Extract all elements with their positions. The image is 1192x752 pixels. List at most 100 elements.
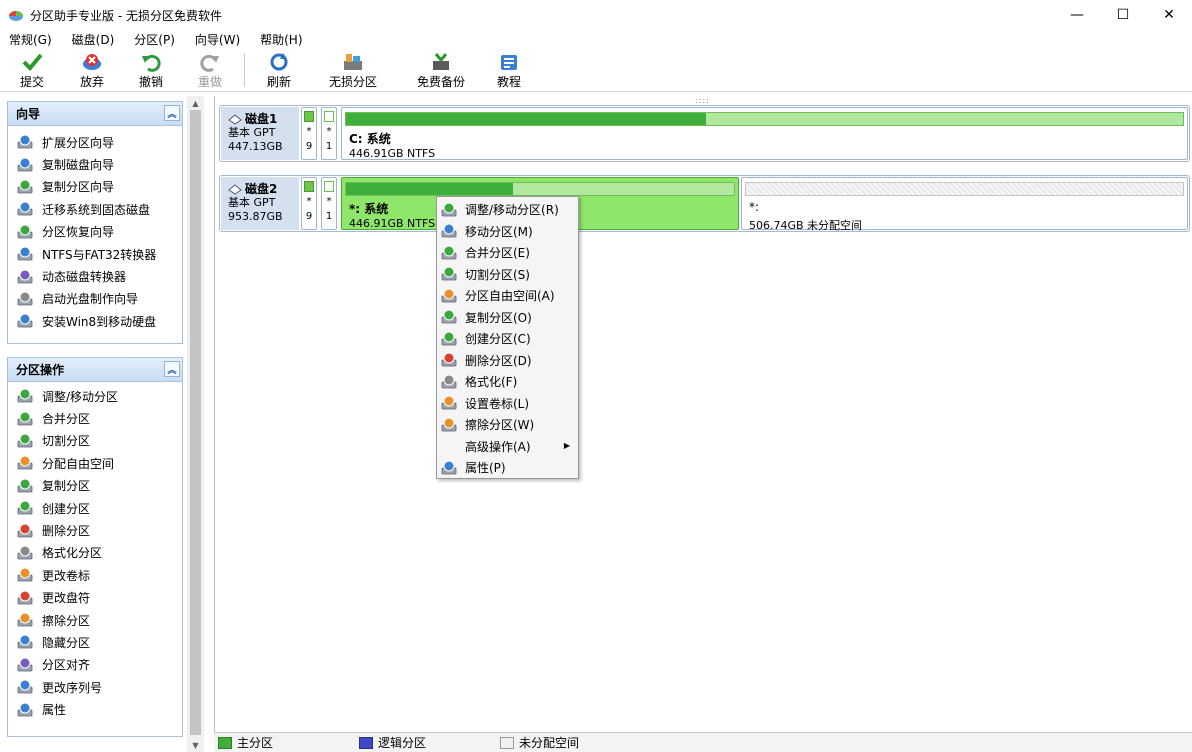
menu-partition[interactable]: 分区(P) xyxy=(129,31,180,48)
partition-c[interactable]: C: 系统 446.91GB NTFS xyxy=(341,107,1188,160)
small-partition[interactable]: * 9 xyxy=(301,177,317,230)
context-menu-item[interactable]: 复制分区(O) xyxy=(437,307,578,329)
free-backup-button[interactable]: 免费备份 xyxy=(399,50,483,92)
ops-item[interactable]: 分配自由空间 xyxy=(8,452,182,474)
menu-wizard[interactable]: 向导(W) xyxy=(190,31,245,48)
splitter-handle[interactable]: :::: xyxy=(695,96,710,105)
legend-primary-label: 主分区 xyxy=(237,734,273,751)
disk-info[interactable]: 磁盘1 基本 GPT 447.13GB xyxy=(221,107,299,160)
ops-item[interactable]: 更改序列号 xyxy=(8,676,182,698)
collapse-icon[interactable]: ︽ xyxy=(164,361,180,377)
align-icon xyxy=(17,657,33,673)
context-menu-item[interactable]: 切割分区(S) xyxy=(437,264,578,286)
ops-item-label: 合并分区 xyxy=(42,410,90,427)
migrate-os-icon xyxy=(17,201,33,217)
legend-logical-label: 逻辑分区 xyxy=(378,734,426,751)
unallocated-space[interactable]: *: 506.74GB 未分配空间 xyxy=(741,177,1188,230)
left-pane: 向导 ︽ 扩展分区向导复制磁盘向导复制分区向导迁移系统到固态磁盘分区恢复向导NT… xyxy=(0,96,212,752)
ops-item[interactable]: 调整/移动分区 xyxy=(8,385,182,407)
discard-button[interactable]: 放弃 xyxy=(64,50,120,92)
undo-button[interactable]: 撤销 xyxy=(120,50,182,92)
ops-item[interactable]: 创建分区 xyxy=(8,497,182,519)
wizard-item[interactable]: 扩展分区向导 xyxy=(8,131,182,153)
maximize-button[interactable]: ☐ xyxy=(1100,0,1146,30)
small-partition[interactable]: * 1 xyxy=(321,177,337,230)
recovery-icon xyxy=(17,224,33,240)
left-scrollbar[interactable]: ▲ ▼ xyxy=(187,96,204,752)
context-menu-item[interactable]: 设置卷标(L) xyxy=(437,393,578,415)
context-menu-item[interactable]: 删除分区(D) xyxy=(437,350,578,372)
context-menu-item[interactable]: 分区自由空间(A) xyxy=(437,285,578,307)
drive-letter-icon xyxy=(17,590,33,606)
context-menu-label: 创建分区(C) xyxy=(465,330,531,347)
context-menu-label: 删除分区(D) xyxy=(465,352,532,369)
ops-item[interactable]: 复制分区 xyxy=(8,475,182,497)
format-icon xyxy=(441,374,457,390)
merge-icon xyxy=(17,411,33,427)
undo-label: 撤销 xyxy=(139,73,163,90)
disk-row-2[interactable]: 磁盘2 基本 GPT 953.87GB * 9 * 1 *: 系统 446.91… xyxy=(219,175,1190,232)
allocate-icon xyxy=(17,455,33,471)
context-menu-item[interactable]: 移动分区(M) xyxy=(437,221,578,243)
context-menu-item[interactable]: 属性(P) xyxy=(437,457,578,479)
scrollbar-thumb[interactable] xyxy=(190,110,201,735)
maximize-icon: ☐ xyxy=(1117,7,1130,23)
context-menu-item[interactable]: 合并分区(E) xyxy=(437,242,578,264)
partition-letter: * xyxy=(302,126,316,137)
redo-button[interactable]: 重做 xyxy=(182,50,238,92)
small-partition[interactable]: * 1 xyxy=(321,107,337,160)
menu-bar: 常规(G) 磁盘(D) 分区(P) 向导(W) 帮助(H) xyxy=(0,30,1192,48)
context-menu-item[interactable]: 擦除分区(W) xyxy=(437,414,578,436)
ops-item[interactable]: 格式化分区 xyxy=(8,542,182,564)
wizard-item[interactable]: 动态磁盘转换器 xyxy=(8,265,182,287)
disk-name: 磁盘2 xyxy=(245,182,277,196)
disk-row-1[interactable]: 磁盘1 基本 GPT 447.13GB * 9 * 1 C: 系统 446.91… xyxy=(219,105,1190,162)
ops-item[interactable]: 合并分区 xyxy=(8,407,182,429)
ops-item[interactable]: 隐藏分区 xyxy=(8,631,182,653)
context-menu-item[interactable]: 高级操作(A)▶ xyxy=(437,436,578,458)
ops-item-label: 擦除分区 xyxy=(42,612,90,629)
wizard-panel-title: 向导 xyxy=(16,105,40,122)
close-button[interactable]: ✕ xyxy=(1146,0,1192,30)
lossless-partition-button[interactable]: 无损分区 xyxy=(307,50,399,92)
wizard-item[interactable]: 分区恢复向导 xyxy=(8,221,182,243)
ops-item[interactable]: 更改盘符 xyxy=(8,587,182,609)
commit-button[interactable]: 提交 xyxy=(0,50,64,92)
wizard-item[interactable]: 启动光盘制作向导 xyxy=(8,288,182,310)
context-menu-item[interactable]: 格式化(F) xyxy=(437,371,578,393)
menu-disk[interactable]: 磁盘(D) xyxy=(67,31,120,48)
ops-item[interactable]: 属性 xyxy=(8,698,182,720)
ops-item[interactable]: 更改卷标 xyxy=(8,564,182,586)
ops-list: 调整/移动分区合并分区切割分区分配自由空间复制分区创建分区删除分区格式化分区更改… xyxy=(8,382,182,721)
ops-item[interactable]: 删除分区 xyxy=(8,519,182,541)
wizard-item[interactable]: 复制磁盘向导 xyxy=(8,153,182,175)
ops-item[interactable]: 擦除分区 xyxy=(8,609,182,631)
minimize-button[interactable]: — xyxy=(1054,0,1100,30)
split-icon xyxy=(441,266,457,282)
ops-item[interactable]: 切割分区 xyxy=(8,430,182,452)
free-backup-label: 免费备份 xyxy=(417,73,465,90)
disk-info[interactable]: 磁盘2 基本 GPT 953.87GB xyxy=(221,177,299,230)
menu-general[interactable]: 常规(G) xyxy=(4,31,57,48)
label-icon xyxy=(441,395,457,411)
usage-fill xyxy=(346,113,706,125)
wizard-item[interactable]: 复制分区向导 xyxy=(8,176,182,198)
context-menu-item[interactable]: 调整/移动分区(R) xyxy=(437,199,578,221)
small-partition[interactable]: * 9 xyxy=(301,107,317,160)
context-menu-item[interactable]: 创建分区(C) xyxy=(437,328,578,350)
collapse-icon[interactable]: ︽ xyxy=(164,105,180,121)
copy-icon xyxy=(441,309,457,325)
unallocated-swatch xyxy=(500,737,514,749)
menu-help[interactable]: 帮助(H) xyxy=(255,31,307,48)
scroll-down-icon[interactable]: ▼ xyxy=(187,738,204,752)
refresh-button[interactable]: 刷新 xyxy=(251,50,307,92)
wizard-item[interactable]: 迁移系统到固态磁盘 xyxy=(8,198,182,220)
scroll-up-icon[interactable]: ▲ xyxy=(187,96,204,110)
disk-icon xyxy=(228,184,242,195)
wizard-item[interactable]: NTFS与FAT32转换器 xyxy=(8,243,182,265)
wizard-item[interactable]: 安装Win8到移动硬盘 xyxy=(8,310,182,332)
tutorial-button[interactable]: 教程 xyxy=(483,50,535,92)
wizard-item-label: 动态磁盘转换器 xyxy=(42,268,126,285)
ops-item[interactable]: 分区对齐 xyxy=(8,654,182,676)
merge-icon xyxy=(441,245,457,261)
